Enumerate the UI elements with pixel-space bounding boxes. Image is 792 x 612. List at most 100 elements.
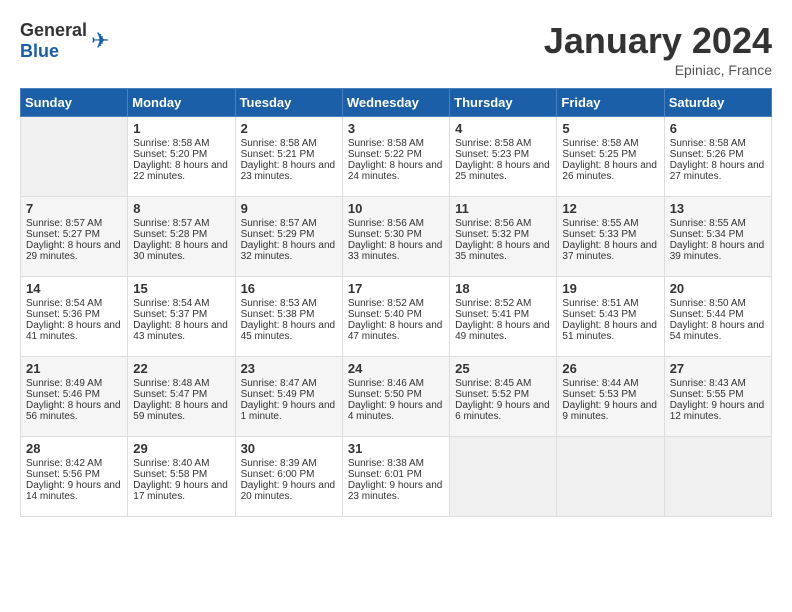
cell-info: Sunrise: 8:56 AMSunset: 5:30 PMDaylight:… xyxy=(348,218,443,262)
calendar-table: SundayMondayTuesdayWednesdayThursdayFrid… xyxy=(20,88,772,517)
cell-info: Sunrise: 8:58 AMSunset: 5:23 PMDaylight:… xyxy=(455,138,550,182)
calendar-cell: 3 Sunrise: 8:58 AMSunset: 5:22 PMDaylight… xyxy=(342,117,449,197)
day-number: 5 xyxy=(562,121,658,136)
calendar-cell: 7Sunrise: 8:57 AMSunset: 5:27 PMDaylight… xyxy=(21,197,128,277)
day-number: 17 xyxy=(348,281,444,296)
cell-info: Sunrise: 8:52 AMSunset: 5:41 PMDaylight:… xyxy=(455,298,550,342)
cell-info: Sunrise: 8:49 AMSunset: 5:46 PMDaylight:… xyxy=(26,378,121,422)
cell-info: Sunrise: 8:38 AMSunset: 6:01 PMDaylight:… xyxy=(348,458,443,502)
day-of-week-header: Monday xyxy=(128,89,235,117)
calendar-cell: 5 Sunrise: 8:58 AMSunset: 5:25 PMDaylight… xyxy=(557,117,664,197)
cell-info: Sunrise: 8:58 AMSunset: 5:20 PMDaylight:… xyxy=(133,138,228,182)
calendar-cell xyxy=(664,437,771,517)
calendar-cell: 22Sunrise: 8:48 AMSunset: 5:47 PMDayligh… xyxy=(128,357,235,437)
cell-info: Sunrise: 8:57 AMSunset: 5:28 PMDaylight:… xyxy=(133,218,228,262)
cell-info: Sunrise: 8:54 AMSunset: 5:37 PMDaylight:… xyxy=(133,298,228,342)
day-of-week-header: Friday xyxy=(557,89,664,117)
calendar-week-row: 21 Sunrise: 8:49 AMSunset: 5:46 PMDayligh… xyxy=(21,357,772,437)
calendar-cell: 11 Sunrise: 8:56 AMSunset: 5:32 PMDayligh… xyxy=(450,197,557,277)
calendar-cell: 1 Sunrise: 8:58 AMSunset: 5:20 PMDaylight… xyxy=(128,117,235,197)
cell-info: Sunrise: 8:58 AMSunset: 5:25 PMDaylight:… xyxy=(562,138,657,182)
cell-info: Sunrise: 8:47 AMSunset: 5:49 PMDaylight:… xyxy=(241,378,336,422)
day-number: 21 xyxy=(26,361,122,376)
cell-info: Sunrise: 8:55 AMSunset: 5:34 PMDaylight:… xyxy=(670,218,765,262)
calendar-cell: 25 Sunrise: 8:45 AMSunset: 5:52 PMDayligh… xyxy=(450,357,557,437)
cell-info: Sunrise: 8:52 AMSunset: 5:40 PMDaylight:… xyxy=(348,298,443,342)
calendar-cell: 12 Sunrise: 8:55 AMSunset: 5:33 PMDayligh… xyxy=(557,197,664,277)
calendar-cell xyxy=(21,117,128,197)
cell-info: Sunrise: 8:57 AMSunset: 5:29 PMDaylight:… xyxy=(241,218,336,262)
day-number: 28 xyxy=(26,441,122,456)
day-number: 11 xyxy=(455,201,551,216)
cell-info: Sunrise: 8:55 AMSunset: 5:33 PMDaylight:… xyxy=(562,218,657,262)
calendar-cell: 2Sunrise: 8:58 AMSunset: 5:21 PMDaylight… xyxy=(235,117,342,197)
day-number: 12 xyxy=(562,201,658,216)
day-of-week-header: Thursday xyxy=(450,89,557,117)
day-number: 30 xyxy=(241,441,337,456)
calendar-header-row: SundayMondayTuesdayWednesdayThursdayFrid… xyxy=(21,89,772,117)
cell-info: Sunrise: 8:46 AMSunset: 5:50 PMDaylight:… xyxy=(348,378,443,422)
day-number: 13 xyxy=(670,201,766,216)
cell-info: Sunrise: 8:39 AMSunset: 6:00 PMDaylight:… xyxy=(241,458,336,502)
day-number: 29 xyxy=(133,441,229,456)
cell-info: Sunrise: 8:40 AMSunset: 5:58 PMDaylight:… xyxy=(133,458,228,502)
cell-info: Sunrise: 8:43 AMSunset: 5:55 PMDaylight:… xyxy=(670,378,765,422)
calendar-cell: 28 Sunrise: 8:42 AMSunset: 5:56 PMDayligh… xyxy=(21,437,128,517)
calendar-cell: 8 Sunrise: 8:57 AMSunset: 5:28 PMDaylight… xyxy=(128,197,235,277)
calendar-cell: 19Sunrise: 8:51 AMSunset: 5:43 PMDayligh… xyxy=(557,277,664,357)
day-number: 26 xyxy=(562,361,658,376)
day-number: 7 xyxy=(26,201,122,216)
day-number: 3 xyxy=(348,121,444,136)
cell-info: Sunrise: 8:45 AMSunset: 5:52 PMDaylight:… xyxy=(455,378,550,422)
calendar-cell xyxy=(557,437,664,517)
day-number: 6 xyxy=(670,121,766,136)
calendar-cell: 4Sunrise: 8:58 AMSunset: 5:23 PMDaylight… xyxy=(450,117,557,197)
cell-info: Sunrise: 8:58 AMSunset: 5:22 PMDaylight:… xyxy=(348,138,443,182)
day-number: 25 xyxy=(455,361,551,376)
day-number: 16 xyxy=(241,281,337,296)
day-number: 2 xyxy=(241,121,337,136)
calendar-cell: 15Sunrise: 8:54 AMSunset: 5:37 PMDayligh… xyxy=(128,277,235,357)
calendar-week-row: 7Sunrise: 8:57 AMSunset: 5:27 PMDaylight… xyxy=(21,197,772,277)
calendar-cell: 21 Sunrise: 8:49 AMSunset: 5:46 PMDayligh… xyxy=(21,357,128,437)
cell-info: Sunrise: 8:50 AMSunset: 5:44 PMDaylight:… xyxy=(670,298,765,342)
calendar-cell: 13 Sunrise: 8:55 AMSunset: 5:34 PMDayligh… xyxy=(664,197,771,277)
calendar-cell: 9Sunrise: 8:57 AMSunset: 5:29 PMDaylight… xyxy=(235,197,342,277)
calendar-cell: 10 Sunrise: 8:56 AMSunset: 5:30 PMDayligh… xyxy=(342,197,449,277)
calendar-week-row: 28 Sunrise: 8:42 AMSunset: 5:56 PMDayligh… xyxy=(21,437,772,517)
calendar-week-row: 1 Sunrise: 8:58 AMSunset: 5:20 PMDaylight… xyxy=(21,117,772,197)
day-of-week-header: Saturday xyxy=(664,89,771,117)
logo-bird-icon: ✈ xyxy=(91,28,109,54)
day-of-week-header: Wednesday xyxy=(342,89,449,117)
cell-info: Sunrise: 8:42 AMSunset: 5:56 PMDaylight:… xyxy=(26,458,121,502)
calendar-cell: 29 Sunrise: 8:40 AMSunset: 5:58 PMDayligh… xyxy=(128,437,235,517)
day-of-week-header: Tuesday xyxy=(235,89,342,117)
day-number: 20 xyxy=(670,281,766,296)
title-block: January 2024 Epiniac, France xyxy=(544,20,772,78)
calendar-week-row: 14 Sunrise: 8:54 AMSunset: 5:36 PMDayligh… xyxy=(21,277,772,357)
cell-info: Sunrise: 8:53 AMSunset: 5:38 PMDaylight:… xyxy=(241,298,336,342)
day-number: 14 xyxy=(26,281,122,296)
location: Epiniac, France xyxy=(544,62,772,78)
day-number: 1 xyxy=(133,121,229,136)
day-number: 10 xyxy=(348,201,444,216)
calendar-cell: 31 Sunrise: 8:38 AMSunset: 6:01 PMDayligh… xyxy=(342,437,449,517)
cell-info: Sunrise: 8:54 AMSunset: 5:36 PMDaylight:… xyxy=(26,298,121,342)
day-number: 22 xyxy=(133,361,229,376)
calendar-cell: 17 Sunrise: 8:52 AMSunset: 5:40 PMDayligh… xyxy=(342,277,449,357)
calendar-cell: 24Sunrise: 8:46 AMSunset: 5:50 PMDayligh… xyxy=(342,357,449,437)
cell-info: Sunrise: 8:44 AMSunset: 5:53 PMDaylight:… xyxy=(562,378,657,422)
calendar-cell: 30 Sunrise: 8:39 AMSunset: 6:00 PMDayligh… xyxy=(235,437,342,517)
day-of-week-header: Sunday xyxy=(21,89,128,117)
calendar-cell: 16 Sunrise: 8:53 AMSunset: 5:38 PMDayligh… xyxy=(235,277,342,357)
page-header: General Blue ✈ January 2024 Epiniac, Fra… xyxy=(20,20,772,78)
calendar-cell: 27 Sunrise: 8:43 AMSunset: 5:55 PMDayligh… xyxy=(664,357,771,437)
day-number: 8 xyxy=(133,201,229,216)
day-number: 27 xyxy=(670,361,766,376)
day-number: 31 xyxy=(348,441,444,456)
logo-blue: Blue xyxy=(20,41,59,61)
calendar-cell: 23Sunrise: 8:47 AMSunset: 5:49 PMDayligh… xyxy=(235,357,342,437)
cell-info: Sunrise: 8:56 AMSunset: 5:32 PMDaylight:… xyxy=(455,218,550,262)
cell-info: Sunrise: 8:58 AMSunset: 5:26 PMDaylight:… xyxy=(670,138,765,182)
logo-general: General xyxy=(20,20,87,40)
